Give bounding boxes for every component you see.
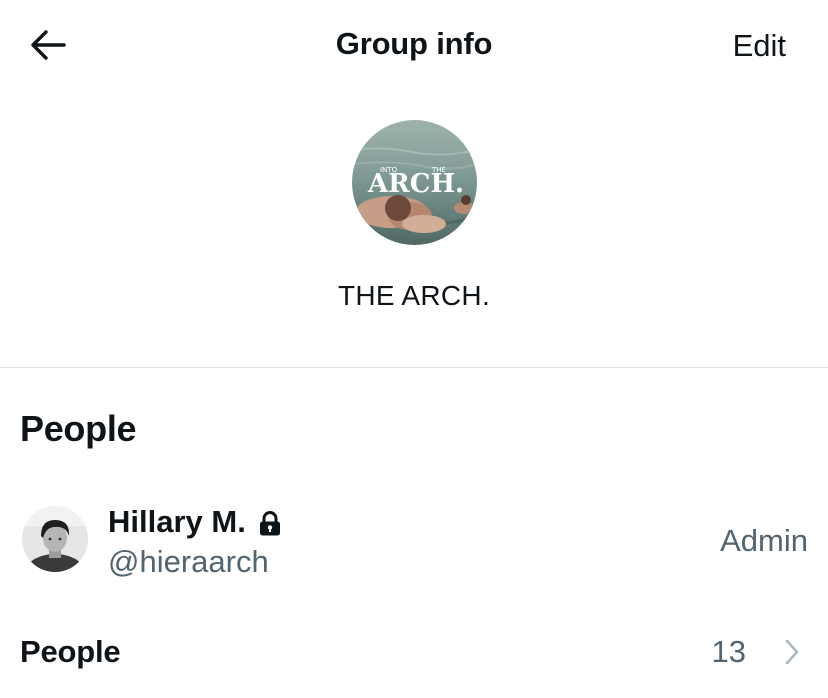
avatar[interactable] [22, 506, 88, 572]
member-name-wrap: Hillary M. [108, 504, 282, 540]
group-name: THE ARCH. [337, 280, 491, 311]
people-section-title: People [20, 408, 137, 449]
people-row[interactable]: People 13 [0, 620, 828, 684]
people-count: 13 [711, 634, 746, 669]
group-avatar[interactable]: INTO THE ARCH. [352, 120, 477, 245]
edit-button[interactable]: Edit [733, 28, 786, 64]
people-row-label: People [20, 634, 121, 669]
chevron-right-icon [785, 639, 799, 665]
page-title: Group info [335, 26, 493, 61]
divider [0, 367, 828, 368]
lock-icon [258, 509, 282, 536]
member-name: Hillary M. [108, 504, 246, 539]
header: Group info Edit [0, 0, 828, 90]
member-role: Admin [720, 523, 808, 558]
member-row[interactable]: Hillary M. @hieraarch Admin [0, 492, 828, 592]
member-handle: @hieraarch [108, 544, 269, 579]
group-avatar-title-text: ARCH. [367, 169, 464, 199]
